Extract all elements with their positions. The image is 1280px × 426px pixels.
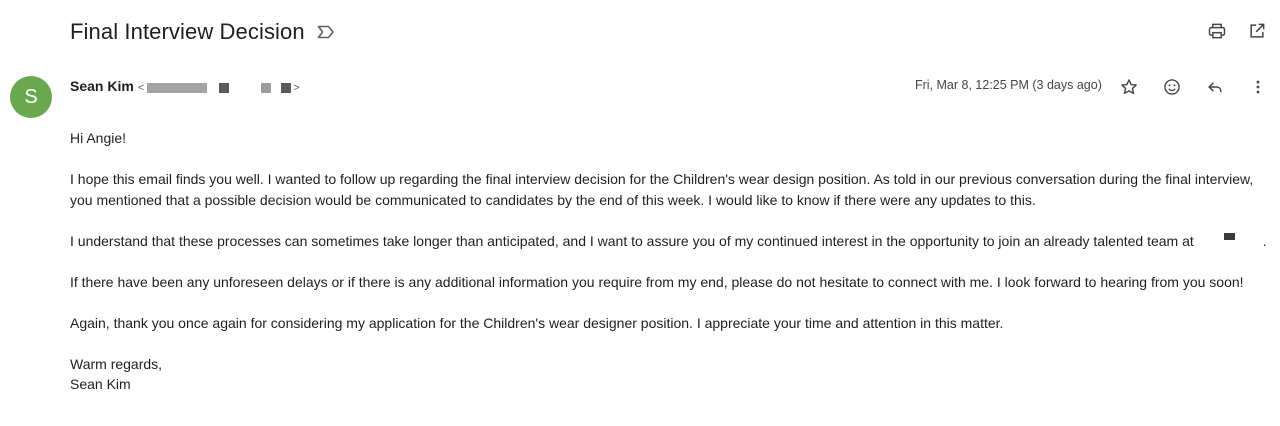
body-paragraph-4: Again, thank you once again for consider… — [70, 314, 1004, 331]
redaction-block — [147, 83, 208, 93]
redaction-block — [1223, 232, 1235, 240]
greeting: Hi Angie! — [70, 130, 127, 146]
more-vert-icon[interactable] — [1247, 76, 1269, 98]
avatar-letter: S — [24, 85, 38, 108]
thread-actions — [1206, 20, 1268, 42]
email-date: Fri, Mar 8, 12:25 PM (3 days ago) — [915, 78, 1102, 92]
email-bracket-close: > — [293, 82, 300, 94]
redaction-block — [219, 83, 230, 93]
print-icon[interactable] — [1206, 20, 1228, 42]
redaction-block — [261, 83, 272, 93]
signature: Sean Kim — [70, 376, 131, 392]
body-paragraph-2: I understand that these processes can so… — [70, 231, 1270, 252]
body-paragraph-3: If there have been any unforeseen delays… — [70, 273, 1244, 290]
closing: Warm regards, — [70, 355, 163, 372]
email-view: Final Interview Decision S Sean Kim < > … — [0, 0, 1280, 426]
open-in-new-icon[interactable] — [1246, 20, 1268, 42]
star-icon[interactable] — [1118, 76, 1140, 98]
reply-icon[interactable] — [1204, 76, 1226, 98]
sender-row: Sean Kim < > — [70, 78, 300, 94]
redaction-block — [281, 83, 292, 93]
subject-row: Final Interview Decision — [70, 16, 335, 48]
label-important-icon[interactable] — [317, 23, 335, 41]
emoji-reaction-icon[interactable] — [1161, 76, 1183, 98]
sender-name[interactable]: Sean Kim — [70, 78, 134, 94]
body-paragraph-1: I hope this email finds you well. I want… — [70, 171, 1254, 208]
avatar[interactable]: S — [10, 76, 52, 118]
body-paragraph-2-end: . — [1262, 232, 1267, 249]
email-body: Hi Angie! I hope this email finds you we… — [70, 128, 1270, 395]
body-paragraph-2-text: I understand that these processes can so… — [70, 232, 1194, 249]
sender-email-redacted: < > — [138, 82, 300, 94]
email-subject: Final Interview Decision — [70, 19, 305, 44]
message-actions — [1118, 76, 1269, 98]
email-bracket-open: < — [137, 82, 145, 94]
